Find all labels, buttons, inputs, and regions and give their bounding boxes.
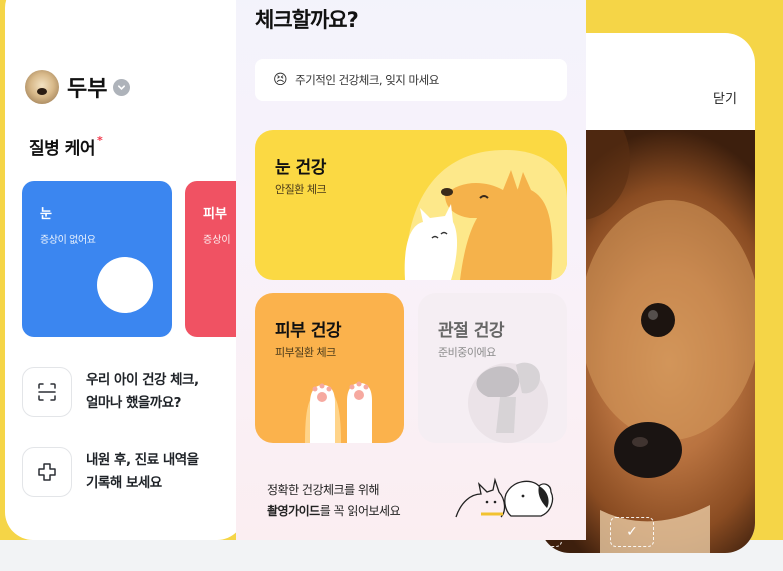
health-check-history-item[interactable]: 우리 아이 건강 체크, 얼마나 했을까요? bbox=[22, 367, 199, 417]
reminder-text: 주기적인 건강체크, 잊지 마세요 bbox=[295, 73, 439, 87]
photo-guide-link[interactable]: 촬영가이드 bbox=[267, 504, 320, 518]
card-subtitle: 준비중이에요 bbox=[438, 346, 496, 359]
required-mark: * bbox=[96, 134, 103, 147]
card-title: 눈 bbox=[40, 207, 52, 222]
reminder-banner: 😣 주기적인 건강체크, 잊지 마세요 bbox=[255, 59, 567, 101]
card-title: 피부 건강 bbox=[275, 321, 341, 341]
guide-line1: 정확한 건강체크를 위해 bbox=[267, 483, 380, 497]
page-title: 체크할까요? bbox=[255, 8, 359, 32]
section-title: 질병 케어 * bbox=[29, 134, 103, 159]
item-line2: 기록해 보세요 bbox=[86, 475, 162, 491]
eye-care-card[interactable]: 눈 증상이 없어요 😍 bbox=[22, 181, 172, 337]
avatar bbox=[25, 70, 59, 104]
cat-dog-sketch-icon bbox=[455, 477, 554, 518]
persevering-face-icon: 😣 bbox=[273, 72, 288, 88]
guide-line2: 를 꼭 읽어보세요 bbox=[319, 504, 401, 518]
card-subtitle: 안질환 체크 bbox=[275, 183, 327, 196]
card-title: 관절 건강 bbox=[438, 321, 504, 341]
eye-health-card[interactable]: 눈 건강 안질환 체크 bbox=[255, 130, 567, 280]
skin-health-card[interactable]: 피부 건강 피부질환 체크 bbox=[255, 293, 404, 443]
close-button[interactable]: 닫기 bbox=[713, 88, 737, 107]
card-title: 눈 건강 bbox=[275, 158, 326, 178]
hospital-cross-icon bbox=[22, 447, 72, 497]
photo-guide-notice[interactable]: 정확한 건강체크를 위해 촬영가이드를 꼭 읽어보세요 bbox=[267, 480, 401, 522]
health-check-select-screen: 체크할까요? 😣 주기적인 건강체크, 잊지 마세요 눈 건강 안질환 체크 피… bbox=[236, 0, 586, 540]
card-subtitle: 피부질환 체크 bbox=[275, 346, 336, 359]
scan-icon bbox=[22, 367, 72, 417]
heart-eyes-emoji-icon: 😍 bbox=[97, 257, 153, 313]
section-title-text: 질병 케어 bbox=[29, 139, 95, 159]
pet-name: 두부 bbox=[67, 77, 108, 102]
joint-health-card: 관절 건강 준비중이에요 bbox=[418, 293, 567, 443]
card-subtitle: 증상이 없어요 bbox=[40, 235, 96, 246]
item-line2: 얼마나 했을까요? bbox=[86, 395, 181, 411]
visit-record-item[interactable]: 내원 후, 진료 내역을 기록해 보세요 bbox=[22, 447, 199, 497]
pet-profile[interactable]: 두부 bbox=[25, 70, 131, 104]
health-home-screen: 두부 질병 케어 * 눈 증상이 없어요 😍 피부 증상이 우리 아이 건강 체크… bbox=[5, 0, 245, 540]
chevron-down-icon[interactable] bbox=[113, 78, 131, 96]
photo-frame-checked-icon[interactable]: ✓ bbox=[610, 517, 654, 547]
item-line1: 내원 후, 진료 내역을 bbox=[86, 452, 199, 468]
item-line1: 우리 아이 건강 체크, bbox=[86, 372, 199, 388]
